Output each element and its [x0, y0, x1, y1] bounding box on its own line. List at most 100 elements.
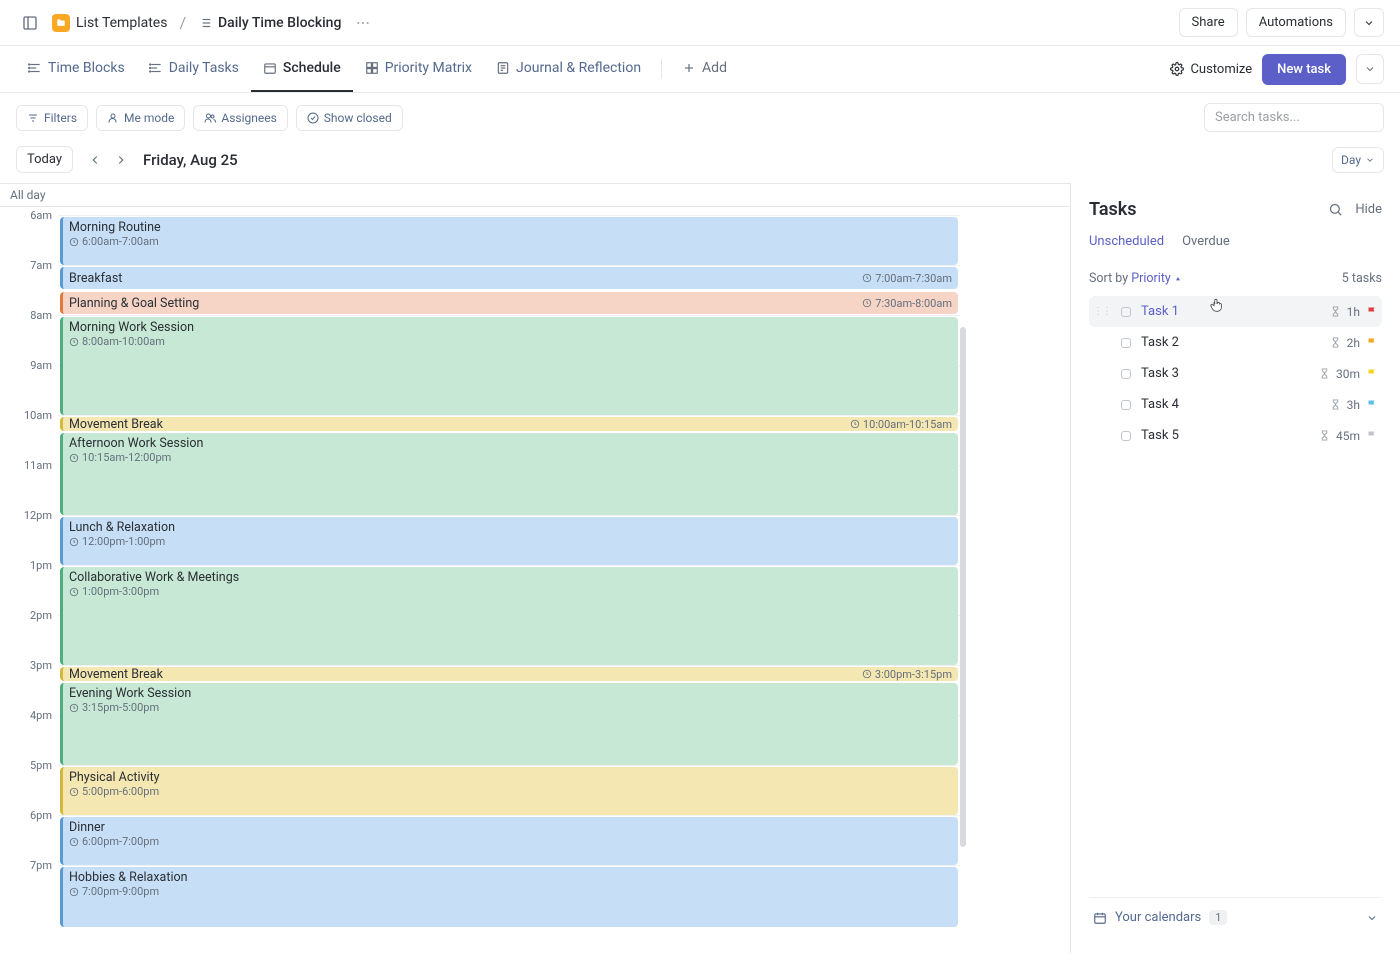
add-view-button[interactable]: Add	[670, 46, 739, 92]
sort-by-label: Sort by	[1089, 271, 1128, 286]
hour-label: 10am	[0, 407, 58, 457]
next-day-button[interactable]	[109, 148, 133, 172]
share-button[interactable]: Share	[1179, 8, 1238, 37]
status-checkbox[interactable]	[1121, 400, 1131, 410]
task-item[interactable]: ⋮⋮Task 22h	[1089, 327, 1382, 358]
grid-line	[58, 265, 960, 266]
calendar-event[interactable]: Afternoon Work Session 10:15am-12:00pm	[60, 433, 958, 515]
task-item[interactable]: ⋮⋮Task 43h	[1089, 389, 1382, 420]
assignees-button[interactable]: Assignees	[193, 105, 287, 131]
hour-label: 6pm	[0, 807, 58, 857]
search-placeholder: Search tasks...	[1215, 110, 1300, 125]
new-task-label: New task	[1277, 62, 1331, 77]
grid-line	[58, 515, 960, 516]
status-checkbox[interactable]	[1121, 369, 1131, 379]
filters-button[interactable]: Filters	[16, 105, 88, 131]
view-tab-time-blocks[interactable]: Time Blocks	[16, 46, 137, 92]
show-closed-label: Show closed	[324, 111, 392, 125]
view-separator	[661, 59, 662, 79]
me-mode-label: Me mode	[124, 111, 174, 125]
calendar-event[interactable]: Lunch & Relaxation 12:00pm-1:00pm	[60, 517, 958, 565]
status-checkbox[interactable]	[1121, 338, 1131, 348]
task-duration: 45m	[1336, 429, 1360, 443]
today-label: Today	[27, 152, 62, 167]
grid-line	[58, 565, 960, 566]
range-label: Day	[1341, 153, 1361, 167]
view-tab-schedule[interactable]: Schedule	[251, 46, 353, 92]
view-tab-journal-reflection[interactable]: Journal & Reflection	[484, 46, 653, 92]
grid-line	[58, 415, 960, 416]
automations-chevron[interactable]	[1354, 8, 1384, 37]
drag-handle-icon[interactable]: ⋮⋮	[1093, 306, 1111, 317]
prev-day-button[interactable]	[83, 148, 107, 172]
calendar-event[interactable]: Movement Break 10:00am-10:15am	[60, 417, 958, 431]
calendar-event[interactable]: Breakfast 7:00am-7:30am	[60, 267, 958, 289]
calendar-event[interactable]: Evening Work Session 3:15pm-5:00pm	[60, 683, 958, 765]
hour-label: 7pm	[0, 857, 58, 907]
your-calendars-label: Your calendars	[1115, 910, 1201, 925]
calendar-event[interactable]: Morning Work Session 8:00am-10:00am	[60, 317, 958, 415]
person-icon	[107, 112, 119, 124]
task-name: Task 3	[1141, 366, 1179, 381]
breadcrumb-separator: /	[179, 13, 186, 32]
today-button[interactable]: Today	[16, 146, 73, 173]
people-icon	[204, 112, 216, 124]
view-tab-priority-matrix[interactable]: Priority Matrix	[353, 46, 484, 92]
task-count: 5 tasks	[1342, 271, 1382, 286]
task-duration: 3h	[1347, 398, 1360, 412]
scrollbar[interactable]	[960, 327, 966, 847]
task-duration: 1h	[1347, 305, 1360, 319]
grid-line	[58, 765, 960, 766]
hour-label: 9am	[0, 357, 58, 407]
calendar-event[interactable]: Hobbies & Relaxation 7:00pm-9:00pm	[60, 867, 958, 927]
calendar-event[interactable]: Dinner 6:00pm-7:00pm	[60, 817, 958, 865]
task-duration: 2h	[1347, 336, 1360, 350]
range-select[interactable]: Day	[1332, 147, 1384, 173]
calendar-event[interactable]: Movement Break 3:00pm-3:15pm	[60, 667, 958, 681]
task-item[interactable]: ⋮⋮Task 330m	[1089, 358, 1382, 389]
grid-line	[58, 665, 960, 666]
status-checkbox[interactable]	[1121, 307, 1131, 317]
hour-label: 2pm	[0, 607, 58, 657]
search-icon[interactable]	[1328, 202, 1343, 217]
customize-label: Customize	[1190, 62, 1252, 77]
hour-label: 5pm	[0, 757, 58, 807]
new-task-chevron[interactable]	[1356, 54, 1384, 84]
assignees-label: Assignees	[221, 111, 276, 125]
grid-line	[58, 815, 960, 816]
status-checkbox[interactable]	[1121, 431, 1131, 441]
task-name: Task 4	[1141, 397, 1179, 412]
view-tab-daily-tasks[interactable]: Daily Tasks	[137, 46, 251, 92]
hour-label: 6am	[0, 207, 58, 257]
task-name: Task 2	[1141, 335, 1179, 350]
all-day-label: All day	[0, 184, 1070, 207]
task-item[interactable]: ⋮⋮ Task 1 1h	[1089, 296, 1382, 327]
me-mode-button[interactable]: Me mode	[96, 105, 185, 131]
calendar-event[interactable]: Planning & Goal Setting 7:30am-8:00am	[60, 292, 958, 314]
your-calendars-row[interactable]: Your calendars 1	[1089, 897, 1382, 937]
sidebar-toggle-icon[interactable]	[16, 9, 44, 37]
breadcrumb-folder[interactable]: List Templates	[52, 14, 167, 32]
hour-label: 7am	[0, 257, 58, 307]
sort-field-label: Priority	[1131, 271, 1171, 286]
chevron-down-icon	[1366, 912, 1378, 924]
customize-button[interactable]: Customize	[1170, 62, 1252, 77]
tab-overdue[interactable]: Overdue	[1182, 234, 1230, 253]
calendar-event[interactable]: Collaborative Work & Meetings 1:00pm-3:0…	[60, 567, 958, 665]
task-item[interactable]: ⋮⋮Task 545m	[1089, 420, 1382, 451]
task-name: Task 1	[1141, 304, 1179, 319]
hide-button[interactable]: Hide	[1355, 202, 1382, 217]
tab-unscheduled[interactable]: Unscheduled	[1089, 234, 1164, 253]
calendar-event[interactable]: Physical Activity 5:00pm-6:00pm	[60, 767, 958, 815]
calendar-event[interactable]: Morning Routine 6:00am-7:00am	[60, 217, 958, 265]
sort-field-button[interactable]: Priority	[1131, 271, 1182, 286]
automations-button[interactable]: Automations	[1246, 8, 1346, 37]
more-icon[interactable]	[349, 9, 377, 37]
calendars-count-badge: 1	[1209, 910, 1227, 925]
search-input[interactable]: Search tasks...	[1204, 103, 1384, 132]
new-task-button[interactable]: New task	[1262, 54, 1346, 85]
show-closed-button[interactable]: Show closed	[296, 105, 403, 131]
gear-icon	[1170, 62, 1184, 76]
breadcrumb-current[interactable]: Daily Time Blocking	[198, 15, 341, 31]
sort-asc-icon	[1174, 275, 1182, 283]
